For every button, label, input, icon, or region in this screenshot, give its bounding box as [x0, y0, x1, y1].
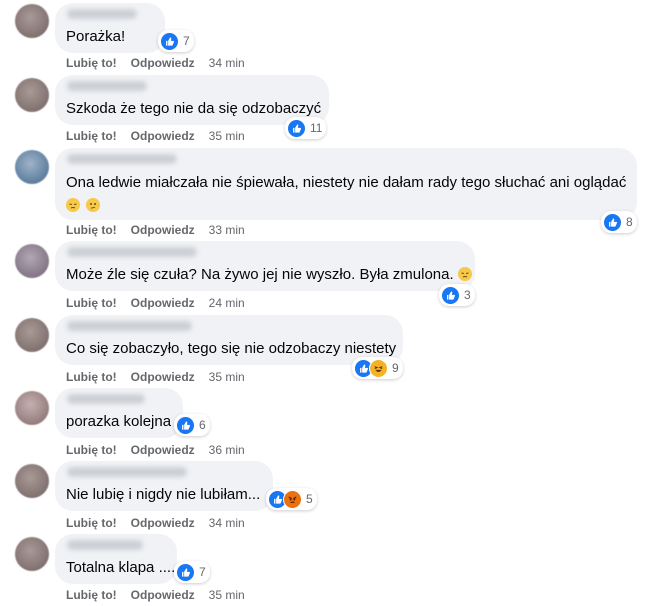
reply-link[interactable]: Odpowiedz: [131, 129, 195, 143]
timestamp[interactable]: 35 min: [209, 588, 245, 602]
like-link[interactable]: Lubię to!: [66, 129, 117, 143]
avatar[interactable]: [15, 150, 49, 184]
comment-bubble: porazka kolejna: [55, 388, 183, 438]
author-name-redacted: [67, 540, 143, 550]
timestamp[interactable]: 24 min: [209, 296, 245, 310]
reactions-summary[interactable]: 11: [285, 117, 327, 139]
like-link[interactable]: Lubię to!: [66, 516, 117, 530]
confused-emoji-icon: [86, 198, 101, 212]
reactions-summary[interactable]: 5: [266, 488, 317, 510]
timestamp[interactable]: 34 min: [209, 56, 245, 70]
avatar[interactable]: [15, 391, 49, 425]
comment-bubble: Szkoda że tego nie da się odzobaczyć: [55, 75, 329, 125]
reaction-count: 11: [310, 121, 323, 135]
comment-emojis: [66, 197, 102, 214]
timestamp[interactable]: 34 min: [209, 516, 245, 530]
comment-text: Ona ledwie miałczała nie śpiewała, niest…: [66, 174, 627, 191]
avatar[interactable]: [15, 4, 49, 38]
comment-actions: Lubię to! Odpowiedz 35 min: [66, 370, 245, 384]
comment-actions: Lubię to! Odpowiedz 24 min: [66, 296, 245, 310]
comment-text: Totalna klapa ....: [66, 559, 176, 576]
comment-actions: Lubię to! Odpowiedz 36 min: [66, 443, 245, 457]
comment-text: Co się zobaczyło, tego się nie odzobaczy…: [66, 340, 397, 357]
comment-bubble: Ona ledwie miałczała nie śpiewała, niest…: [55, 148, 637, 220]
reactions-summary[interactable]: 8: [601, 211, 637, 233]
reaction-count: 6: [199, 418, 206, 432]
author-name-redacted: [67, 154, 177, 164]
reactions-summary[interactable]: 6: [174, 414, 210, 436]
avatar[interactable]: [15, 244, 49, 278]
reply-link[interactable]: Odpowiedz: [131, 223, 195, 237]
comment-actions: Lubię to! Odpowiedz 33 min: [66, 223, 245, 237]
comment-text: porazka kolejna: [66, 413, 172, 430]
comment-text: Porażka!: [66, 28, 126, 45]
like-reaction-icon: [287, 118, 306, 138]
comment-actions: Lubię to! Odpowiedz 34 min: [66, 516, 245, 530]
reply-link[interactable]: Odpowiedz: [131, 443, 195, 457]
avatar[interactable]: [15, 78, 49, 112]
comment-bubble: Porażka!: [55, 3, 165, 53]
pensive-emoji-icon: [66, 198, 80, 212]
avatar[interactable]: [15, 318, 49, 352]
haha-reaction-icon: [369, 358, 388, 378]
angry-reaction-icon: [283, 489, 302, 509]
reactions-summary[interactable]: 7: [174, 561, 210, 583]
comment-text: Szkoda że tego nie da się odzobaczyć: [66, 100, 322, 117]
timestamp[interactable]: 35 min: [209, 129, 245, 143]
like-link[interactable]: Lubię to!: [66, 223, 117, 237]
reaction-count: 3: [464, 288, 471, 302]
author-name-redacted: [67, 394, 145, 404]
comment-bubble: Może źle się czuła? Na żywo jej nie wysz…: [55, 241, 475, 291]
comment-actions: Lubię to! Odpowiedz 35 min: [66, 588, 245, 602]
reaction-count: 9: [392, 361, 399, 375]
author-name-redacted: [67, 9, 137, 19]
reply-link[interactable]: Odpowiedz: [131, 516, 195, 530]
reactions-summary[interactable]: 3: [439, 284, 475, 306]
timestamp[interactable]: 35 min: [209, 370, 245, 384]
reply-link[interactable]: Odpowiedz: [131, 296, 195, 310]
comment-bubble: Co się zobaczyło, tego się nie odzobaczy…: [55, 315, 403, 365]
like-link[interactable]: Lubię to!: [66, 588, 117, 602]
reply-link[interactable]: Odpowiedz: [131, 56, 195, 70]
reaction-count: 7: [183, 34, 190, 48]
like-link[interactable]: Lubię to!: [66, 370, 117, 384]
reply-link[interactable]: Odpowiedz: [131, 370, 195, 384]
author-name-redacted: [67, 81, 147, 91]
reaction-count: 7: [199, 565, 206, 579]
reply-link[interactable]: Odpowiedz: [131, 588, 195, 602]
author-name-redacted: [67, 467, 187, 477]
comment-text: Może źle się czuła? Na żywo jej nie wysz…: [66, 266, 474, 283]
timestamp[interactable]: 33 min: [209, 223, 245, 237]
timestamp[interactable]: 36 min: [209, 443, 245, 457]
like-link[interactable]: Lubię to!: [66, 296, 117, 310]
comment-actions: Lubię to! Odpowiedz 35 min: [66, 129, 245, 143]
avatar[interactable]: [15, 537, 49, 571]
reactions-summary[interactable]: 9: [352, 357, 403, 379]
like-reaction-icon: [441, 285, 460, 305]
avatar[interactable]: [15, 464, 49, 498]
pensive-emoji-icon: [457, 267, 472, 281]
comment-text-body: Może źle się czuła? Na żywo jej nie wysz…: [66, 266, 454, 283]
reaction-count: 8: [626, 215, 633, 229]
reaction-count: 5: [306, 492, 313, 506]
like-reaction-icon: [160, 31, 179, 51]
comment-bubble: Nie lubię i nigdy nie lubiłam...: [55, 461, 273, 511]
comment-bubble: Totalna klapa ....: [55, 534, 177, 584]
like-link[interactable]: Lubię to!: [66, 443, 117, 457]
author-name-redacted: [67, 321, 192, 331]
like-link[interactable]: Lubię to!: [66, 56, 117, 70]
like-reaction-icon: [603, 212, 622, 232]
like-reaction-icon: [176, 562, 195, 582]
comment-text: Nie lubię i nigdy nie lubiłam...: [66, 486, 261, 503]
reactions-summary[interactable]: 7: [158, 30, 194, 52]
like-reaction-icon: [176, 415, 195, 435]
author-name-redacted: [67, 247, 197, 257]
comment-actions: Lubię to! Odpowiedz 34 min: [66, 56, 245, 70]
